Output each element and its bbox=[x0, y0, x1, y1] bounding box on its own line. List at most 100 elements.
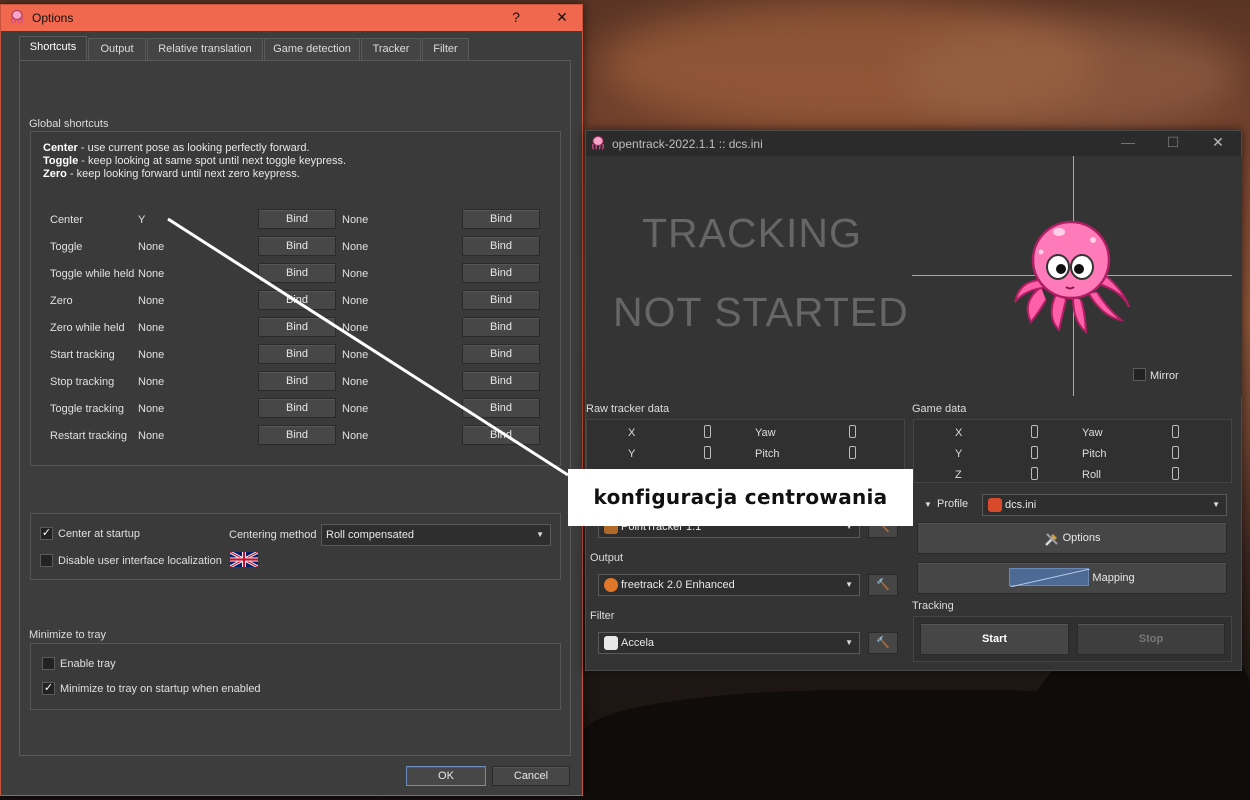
game-axis-x: X bbox=[955, 427, 963, 439]
shortcut-name: Toggle bbox=[50, 241, 83, 253]
bind-button-1[interactable]: Bind bbox=[258, 263, 336, 283]
output-value: freetrack 2.0 Enhanced bbox=[621, 579, 735, 591]
help-toggle: Toggle - keep looking at same spot until… bbox=[43, 155, 346, 167]
minimize-group: Enable tray ✓ Minimize to tray on startu… bbox=[30, 643, 561, 710]
start-button[interactable]: Start bbox=[920, 623, 1069, 655]
minimize-on-startup-checkbox[interactable]: ✓ bbox=[42, 682, 55, 695]
mapping-button-label: Mapping bbox=[1092, 572, 1135, 584]
tab-shortcuts[interactable]: Shortcuts bbox=[19, 36, 87, 61]
close-button[interactable]: ✕ bbox=[552, 9, 572, 26]
minimize-title: Minimize to tray bbox=[29, 629, 107, 641]
centering-method-select[interactable]: Roll compensated ▼ bbox=[321, 524, 551, 546]
stop-button[interactable]: Stop bbox=[1077, 623, 1225, 655]
enable-tray-checkbox[interactable] bbox=[42, 657, 55, 670]
disable-localization-checkbox[interactable] bbox=[40, 554, 53, 567]
ok-button[interactable]: OK bbox=[406, 766, 486, 786]
shortcut-name: Start tracking bbox=[50, 349, 115, 361]
minimize-button[interactable]: — bbox=[1118, 134, 1138, 150]
close-button[interactable]: ✕ bbox=[1208, 134, 1228, 151]
filter-title: Filter bbox=[590, 610, 615, 622]
output-title: Output bbox=[590, 552, 624, 564]
opentrack-window: opentrack-2022.1.1 :: dcs.ini — ☐ ✕ TRAC… bbox=[585, 130, 1242, 671]
options-titlebar[interactable]: Options ? ✕ bbox=[1, 5, 582, 31]
annotation-label: konfiguracja centrowania bbox=[568, 469, 913, 526]
bind-button-1[interactable]: Bind bbox=[258, 371, 336, 391]
game-value-z bbox=[1031, 467, 1038, 480]
chevron-down-icon: ▼ bbox=[845, 580, 853, 589]
bind-button-1[interactable]: Bind bbox=[258, 344, 336, 364]
help-button[interactable]: ? bbox=[506, 9, 526, 25]
mirror-checkbox[interactable] bbox=[1133, 368, 1146, 381]
center-at-startup-checkbox[interactable]: ✓ bbox=[40, 527, 53, 540]
game-value-pitch bbox=[1172, 446, 1179, 459]
options-button-label: Options bbox=[1062, 532, 1101, 544]
minimize-on-startup-label: Minimize to tray on startup when enabled bbox=[60, 683, 261, 695]
options-title: Options bbox=[32, 11, 74, 25]
axis-pitch: Pitch bbox=[755, 448, 780, 460]
uk-flag-icon bbox=[230, 552, 258, 567]
bind-button-1[interactable]: Bind bbox=[258, 425, 336, 445]
shortcut-key1: None bbox=[138, 241, 165, 253]
help-center-text: - use current pose as looking perfectly … bbox=[77, 142, 310, 154]
bind-button-1[interactable]: Bind bbox=[258, 209, 336, 229]
bind-button-1[interactable]: Bind bbox=[258, 236, 336, 256]
shortcut-key1: None bbox=[138, 268, 165, 280]
tab-filter[interactable]: Filter bbox=[422, 38, 469, 60]
help-toggle-bold: Toggle bbox=[43, 155, 79, 167]
chevron-down-icon: ▼ bbox=[536, 530, 544, 539]
opentrack-titlebar[interactable]: opentrack-2022.1.1 :: dcs.ini — ☐ ✕ bbox=[586, 131, 1241, 156]
bind-button-2[interactable]: Bind bbox=[462, 209, 540, 229]
tab-tracker[interactable]: Tracker bbox=[361, 38, 421, 60]
tab-output[interactable]: Output bbox=[88, 38, 146, 60]
shortcut-name: Stop tracking bbox=[50, 376, 115, 388]
output-settings-button[interactable]: 🔨 bbox=[868, 574, 898, 596]
help-toggle-text: - keep looking at same spot until next t… bbox=[78, 155, 347, 167]
tab-relative-translation[interactable]: Relative translation bbox=[147, 38, 263, 60]
game-value-x bbox=[1031, 425, 1038, 438]
bind-button-2[interactable]: Bind bbox=[462, 263, 540, 283]
mapping-curve-icon bbox=[1009, 568, 1091, 588]
opentrack-title: opentrack-2022.1.1 :: dcs.ini bbox=[612, 137, 763, 151]
octopus-icon bbox=[11, 10, 23, 24]
bind-button-1[interactable]: Bind bbox=[258, 317, 336, 337]
game-axis-yaw: Yaw bbox=[1082, 427, 1103, 439]
octopus-icon bbox=[592, 136, 604, 150]
freetrack-icon bbox=[604, 578, 618, 592]
status-line1: TRACKING bbox=[642, 210, 862, 256]
shortcut-key2: None bbox=[342, 349, 369, 361]
filter-select[interactable]: Accela ▼ bbox=[598, 632, 860, 654]
bind-button-2[interactable]: Bind bbox=[462, 425, 540, 445]
filter-settings-button[interactable]: 🔨 bbox=[868, 632, 898, 654]
bind-button-1[interactable]: Bind bbox=[258, 398, 336, 418]
shortcut-name: Restart tracking bbox=[50, 430, 128, 442]
profile-arrow-icon[interactable]: ▼ bbox=[924, 500, 932, 509]
bind-button-2[interactable]: Bind bbox=[462, 317, 540, 337]
bind-button-2[interactable]: Bind bbox=[462, 371, 540, 391]
profile-label[interactable]: Profile bbox=[937, 498, 968, 510]
shortcut-key2: None bbox=[342, 376, 369, 388]
help-center: Center - use current pose as looking per… bbox=[43, 142, 310, 154]
bind-button-2[interactable]: Bind bbox=[462, 236, 540, 256]
bind-button-2[interactable]: Bind bbox=[462, 344, 540, 364]
help-center-bold: Center bbox=[43, 142, 78, 154]
ini-file-icon bbox=[988, 498, 1002, 512]
enable-tray-label: Enable tray bbox=[60, 658, 116, 670]
help-zero-text: - keep looking forward until next zero k… bbox=[66, 168, 300, 180]
bind-button-1[interactable]: Bind bbox=[258, 290, 336, 310]
shortcut-key2: None bbox=[342, 403, 369, 415]
global-shortcuts-title: Global shortcuts bbox=[29, 118, 109, 130]
game-axis-pitch: Pitch bbox=[1082, 448, 1107, 460]
tab-game-detection[interactable]: Game detection bbox=[264, 38, 360, 60]
output-select[interactable]: freetrack 2.0 Enhanced ▼ bbox=[598, 574, 860, 596]
bind-button-2[interactable]: Bind bbox=[462, 290, 540, 310]
cancel-button[interactable]: Cancel bbox=[492, 766, 570, 786]
options-button[interactable]: Options bbox=[917, 522, 1227, 554]
game-value-y bbox=[1031, 446, 1038, 459]
mapping-button[interactable]: Mapping bbox=[917, 562, 1227, 594]
bind-button-2[interactable]: Bind bbox=[462, 398, 540, 418]
center-at-startup-label: Center at startup bbox=[58, 528, 140, 540]
profile-select[interactable]: dcs.ini ▼ bbox=[982, 494, 1227, 516]
shortcut-key2: None bbox=[342, 322, 369, 334]
maximize-button[interactable]: ☐ bbox=[1163, 134, 1183, 151]
shortcut-key1: None bbox=[138, 430, 165, 442]
